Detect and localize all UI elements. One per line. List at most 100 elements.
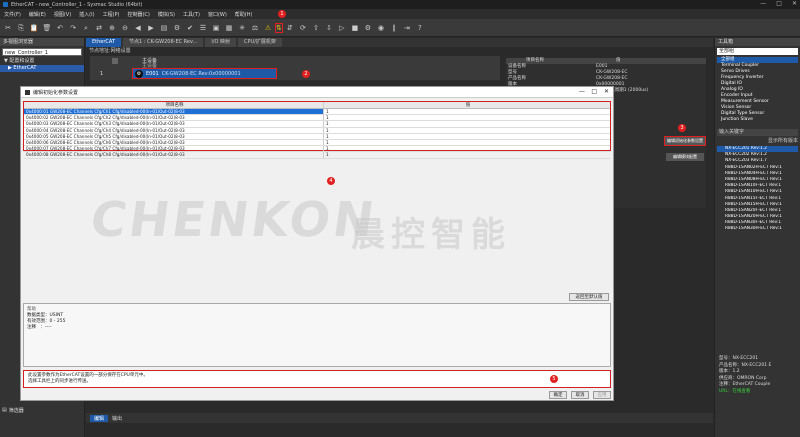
- cancel-button[interactable]: 取消: [571, 391, 589, 399]
- find-icon[interactable]: ⌕: [81, 23, 91, 33]
- stop-icon[interactable]: ■: [350, 23, 360, 33]
- view-icon[interactable]: ▤: [159, 23, 169, 33]
- controller-select[interactable]: new_Controller_1: [2, 48, 82, 56]
- menu-project[interactable]: 工程(P): [103, 11, 120, 18]
- menu-file[interactable]: 文件(F): [4, 11, 21, 18]
- param-value[interactable]: 1: [324, 152, 610, 157]
- category-item[interactable]: Junction Slave: [717, 117, 798, 123]
- tab-ethercat[interactable]: EtherCAT: [86, 38, 121, 47]
- delete-icon[interactable]: 🗑: [42, 23, 52, 33]
- param-name: 0x4000:01 GW208-EC Channels Cfg/Ch1 Cfg/…: [24, 109, 324, 115]
- dialog-title-bar: 编辑初始化参数设置 — □ ✕: [21, 87, 613, 98]
- edit-module-config-button[interactable]: 编辑模块配置: [666, 153, 704, 161]
- node-number: 1: [100, 71, 104, 77]
- transfer-from-icon[interactable]: ⇩: [324, 23, 334, 33]
- menu-controller[interactable]: 控制器(C): [127, 11, 149, 18]
- undo-icon[interactable]: ↶: [55, 23, 65, 33]
- param-value[interactable]: 1: [324, 134, 610, 139]
- device-item[interactable]: R88D-1SAN30H-ECT Rev:1: [717, 226, 798, 232]
- tree-config-settings[interactable]: ▼ 配置和设置: [0, 58, 84, 65]
- step-icon[interactable]: ⇥: [402, 23, 412, 33]
- node-panel-header: 节点地址:网络设置: [89, 48, 131, 54]
- sync-icon[interactable]: ⟳: [298, 23, 308, 33]
- param-value[interactable]: 1: [324, 146, 610, 151]
- master-icon: [112, 58, 118, 64]
- param-name: 0x4000:03 GW208-EC Channels Cfg/Ch3 Cfg/…: [24, 121, 324, 127]
- menu-insert[interactable]: 插入(I): [79, 11, 94, 18]
- warning-icon[interactable]: ⚠: [263, 23, 273, 33]
- help-icon[interactable]: ?: [415, 23, 425, 33]
- compare-icon[interactable]: ⚖: [250, 23, 260, 33]
- zoom-out-icon[interactable]: ⊖: [120, 23, 130, 33]
- tab-node1[interactable]: 节点1 : CK-GW208-EC Rev...: [123, 38, 204, 47]
- watermark-cn: 晨控智能: [351, 215, 511, 255]
- param-value[interactable]: 1: [324, 128, 610, 133]
- menu-view[interactable]: 视图(V): [54, 11, 71, 18]
- group-select[interactable]: 全部组: [717, 48, 798, 55]
- cross-reference-icon[interactable]: ✳: [237, 23, 247, 33]
- replace-icon[interactable]: ⇄: [94, 23, 104, 33]
- monitor-icon[interactable]: ▣: [211, 23, 221, 33]
- param-value[interactable]: 1: [324, 115, 610, 120]
- redo-icon[interactable]: ↷: [68, 23, 78, 33]
- simulate-icon[interactable]: ◉: [376, 23, 386, 33]
- edit-init-params-button[interactable]: 编辑初始化参数设置: [664, 136, 706, 146]
- menu-help[interactable]: 帮助(H): [235, 11, 253, 18]
- help-comment: 注释 ：----: [27, 325, 52, 330]
- transfer-to-icon[interactable]: ⇧: [311, 23, 321, 33]
- offline-icon[interactable]: ⇵: [285, 23, 295, 33]
- dialog-minimize-button[interactable]: —: [579, 88, 585, 95]
- dialog-maximize-button[interactable]: □: [591, 88, 597, 95]
- tab-output[interactable]: 输出: [112, 415, 122, 422]
- tab-cpu-rack[interactable]: CPU/扩展机架: [238, 38, 282, 47]
- menu-simulation[interactable]: 模拟(S): [158, 11, 175, 18]
- menu-tools[interactable]: 工具(T): [183, 11, 200, 18]
- zoom-in-icon[interactable]: ⊕: [107, 23, 117, 33]
- info-line: 选择工具栏上的同步进行传送。: [28, 379, 91, 384]
- list-icon[interactable]: ☰: [198, 23, 208, 33]
- step-marker-1: 1: [278, 9, 286, 18]
- restore-defaults-button[interactable]: 返回至默认值: [569, 293, 609, 301]
- window-title: EtherCAT - new_Controller_1 - Sysmac Stu…: [11, 1, 143, 8]
- toolbar: ✂ ⎘ 📋 🗑 ↶ ↷ ⌕ ⇄ ⊕ ⊖ ◀ ▶ ▤ ⚙ ✔ ☰ ▣ ▦ ✳ ⚖ …: [0, 9, 800, 37]
- menu-edit[interactable]: 编辑(E): [29, 11, 46, 18]
- device-label: E001: [146, 70, 159, 77]
- step-marker-5: 5: [550, 375, 558, 383]
- pause-icon[interactable]: ∥: [389, 23, 399, 33]
- back-icon[interactable]: ◀: [133, 23, 143, 33]
- run-icon[interactable]: ▷: [337, 23, 347, 33]
- ok-button[interactable]: 确定: [549, 391, 567, 399]
- tab-edit[interactable]: 编辑: [90, 414, 109, 422]
- tree-ethercat[interactable]: ▶ EtherCAT: [0, 65, 84, 72]
- close-button[interactable]: ✕: [792, 0, 797, 7]
- param-value[interactable]: 1: [324, 121, 610, 126]
- show-all-versions-checkbox[interactable]: 显示所有版本: [717, 138, 798, 144]
- app-logo-icon: [3, 2, 8, 7]
- grid-header-param: 项目名称: [24, 102, 324, 108]
- apply-button[interactable]: 应用: [593, 391, 611, 399]
- menu-window[interactable]: 窗口(W): [208, 11, 227, 18]
- keyword-input[interactable]: 输入关键字: [717, 129, 798, 136]
- cut-icon[interactable]: ✂: [3, 23, 13, 33]
- node-panel: 主设备 主设备 1 ⚙ E001 CK-GW208-EC Rev:0x00000…: [90, 56, 500, 80]
- grid-icon[interactable]: ▦: [224, 23, 234, 33]
- maximize-button[interactable]: □: [776, 0, 782, 7]
- info-url-link[interactable]: URL：在线查看: [719, 389, 799, 396]
- tab-io-map[interactable]: I/O 映射: [205, 38, 237, 47]
- param-row[interactable]: 0x4000:08 GW208-EC Channels Cfg/Ch8 Cfg/…: [24, 152, 610, 159]
- paste-icon[interactable]: 📋: [29, 23, 39, 33]
- dialog-close-button[interactable]: ✕: [604, 88, 609, 95]
- build-icon[interactable]: ⚙: [172, 23, 182, 33]
- editor-tabs: EtherCAT 节点1 : CK-GW208-EC Rev... I/O 映射…: [86, 38, 713, 47]
- forward-icon[interactable]: ▶: [146, 23, 156, 33]
- filter-bar[interactable]: ▤ 筛选器: [2, 406, 82, 414]
- online-icon[interactable]: ⇅: [275, 22, 283, 33]
- check-icon[interactable]: ✔: [185, 23, 195, 33]
- menu-bar: 文件(F) 编辑(E) 视图(V) 插入(I) 工程(P) 控制器(C) 模拟(…: [0, 9, 800, 19]
- copy-icon[interactable]: ⎘: [16, 23, 26, 33]
- minimize-button[interactable]: —: [760, 0, 766, 7]
- param-value[interactable]: 1: [324, 109, 610, 115]
- param-value[interactable]: 1: [324, 140, 610, 145]
- slave-device-node[interactable]: ⚙ E001 CK-GW208-EC Rev:0x00000001: [132, 68, 277, 79]
- settings-icon[interactable]: ⚙: [363, 23, 373, 33]
